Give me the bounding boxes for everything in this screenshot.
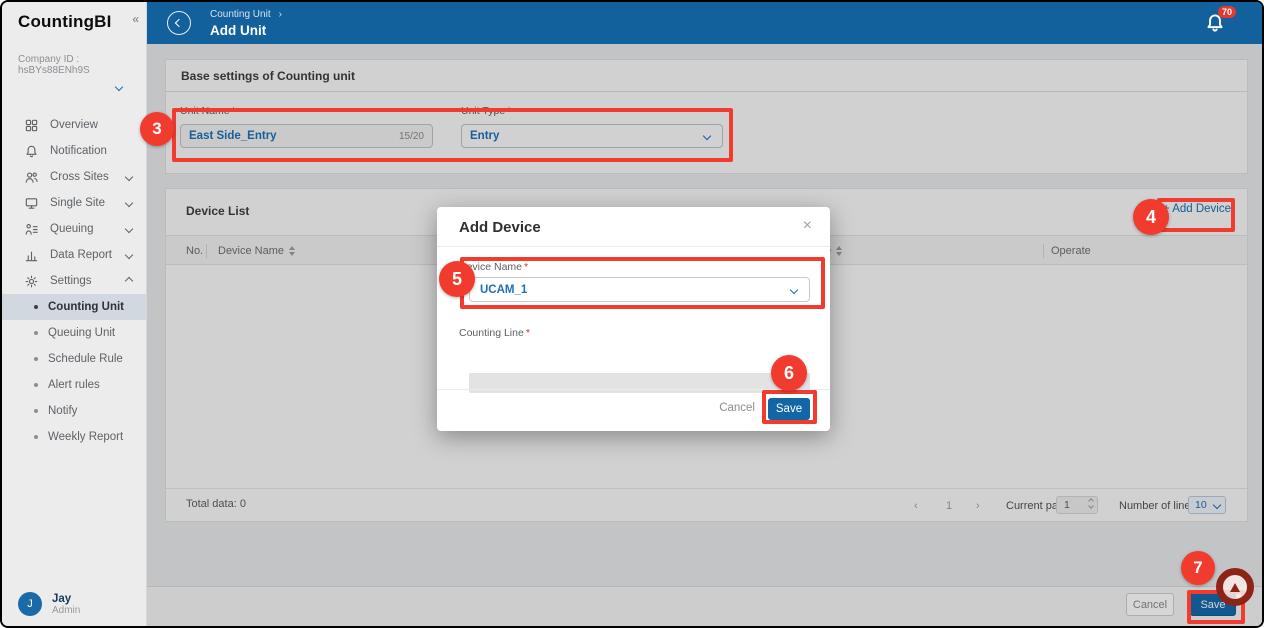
sidebar-item-notification[interactable]: Notification [2,138,146,164]
bullet-icon [34,305,38,309]
grid-icon [24,118,39,133]
top-header: Counting Unit › Add Unit 70 [147,2,1262,44]
breadcrumb-separator: › [279,9,282,20]
sidebar-item-queuing[interactable]: Queuing [2,216,146,242]
sidebar-item-cross-sites[interactable]: Cross Sites [2,164,146,190]
sidebar-menu: Overview Notification Cross Sites Sing [2,112,146,294]
main-content: Base settings of Counting unit Unit Name… [147,44,1262,626]
chevron-down-icon [125,251,133,259]
avatar: J [18,592,42,616]
users-icon [24,170,39,185]
settings-submenu: Counting Unit Queuing Unit Schedule Rule… [2,294,146,450]
modal-save-button[interactable]: Save [768,398,810,420]
required-asterisk: * [524,261,528,273]
breadcrumb[interactable]: Counting Unit › [210,9,282,20]
bell-icon [24,144,39,159]
chevron-down-icon [125,173,133,181]
device-name-label: Device Name* [459,261,528,273]
bullet-icon [34,409,38,413]
sidebar-item-data-report[interactable]: Data Report [2,242,146,268]
add-device-modal: Add Device × Device Name* UCAM_1 Countin… [437,207,830,431]
sidebar-item-weekly-report[interactable]: Weekly Report [2,424,146,450]
chevron-up-icon [125,277,133,285]
sidebar-item-settings[interactable]: Settings [2,268,146,294]
modal-cancel-button[interactable]: Cancel [719,402,755,414]
back-button[interactable] [167,11,191,35]
queue-icon [24,222,39,237]
chart-icon [24,248,39,263]
sidebar: CountingBI « Company ID : hsBYs88ENh9S O… [2,2,147,626]
page-title: Add Unit [210,23,266,38]
gear-icon [24,274,39,289]
company-expand-icon[interactable] [2,76,146,90]
notification-bell-button[interactable]: 70 [1204,12,1226,34]
sidebar-item-overview[interactable]: Overview [2,112,146,138]
sidebar-item-alert-rules[interactable]: Alert rules [2,372,146,398]
bullet-icon [34,357,38,361]
device-name-select[interactable]: UCAM_1 [469,277,810,302]
user-role: Admin [52,605,80,616]
company-id-label: Company ID : hsBYs88ENh9S [2,36,146,76]
chevron-left-icon [175,19,183,27]
sidebar-item-notify[interactable]: Notify [2,398,146,424]
bullet-icon [34,331,38,335]
chevron-down-icon [790,285,798,293]
close-icon[interactable]: × [803,217,812,235]
bullet-icon [34,435,38,439]
sidebar-item-counting-unit[interactable]: Counting Unit [2,294,146,320]
modal-title: Add Device [459,219,541,236]
required-asterisk: * [526,327,530,339]
sidebar-item-single-site[interactable]: Single Site [2,190,146,216]
monitor-icon [24,196,39,211]
counting-line-label: Counting Line* [459,327,530,339]
sidebar-collapse-icon[interactable]: « [132,12,139,26]
app-window: CountingBI « Company ID : hsBYs88ENh9S O… [0,0,1264,628]
chevron-down-icon [125,225,133,233]
user-name: Jay [52,593,80,605]
chevron-down-icon [125,199,133,207]
notification-badge: 70 [1218,6,1236,18]
brand-logo: CountingBI [18,12,112,31]
bullet-icon [34,383,38,387]
sidebar-item-queuing-unit[interactable]: Queuing Unit [2,320,146,346]
sidebar-item-schedule-rule[interactable]: Schedule Rule [2,346,146,372]
user-profile[interactable]: J Jay Admin [18,592,80,616]
